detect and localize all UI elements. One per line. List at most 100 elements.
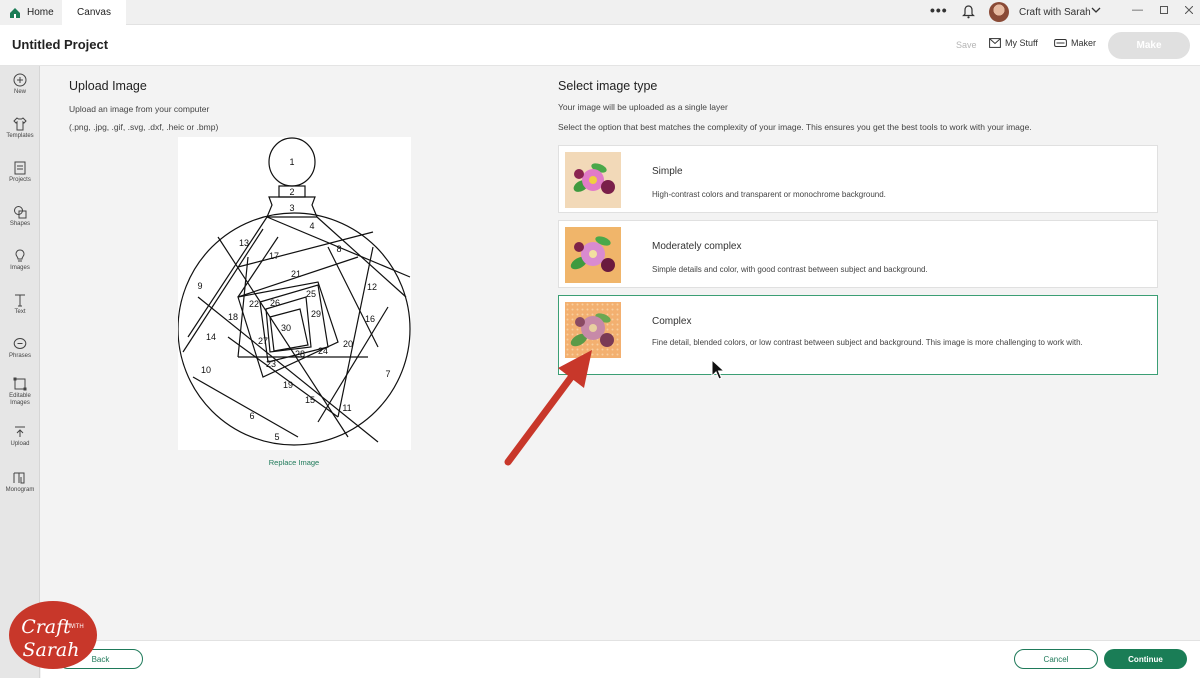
upload-heading: Upload Image — [69, 79, 147, 93]
region-number: 26 — [270, 298, 280, 308]
shirt-icon — [13, 117, 27, 131]
region-number: 13 — [239, 238, 249, 248]
sidebar-item-label: Editable Images — [9, 393, 31, 406]
avatar[interactable] — [989, 2, 1009, 22]
svg-text:Craft: Craft — [21, 616, 71, 638]
sidebar-item-editable-images[interactable]: Editable Images — [0, 377, 40, 407]
machine-icon — [1054, 39, 1067, 47]
tab-home[interactable]: Home — [0, 0, 62, 25]
sidebar: New Templates Projects Shapes Images Tex… — [0, 66, 40, 678]
sidebar-item-projects[interactable]: Projects — [0, 161, 40, 184]
option-title: Complex — [652, 316, 692, 327]
sidebar-item-label: Text — [14, 309, 26, 315]
region-number: 5 — [274, 432, 279, 442]
region-number: 12 — [367, 282, 377, 292]
plus-circle-icon — [13, 73, 27, 87]
sidebar-item-new[interactable]: New — [0, 73, 40, 96]
sidebar-item-images[interactable]: Images — [0, 249, 40, 272]
region-number: 24 — [318, 346, 328, 356]
top-tab-bar: Home Canvas ••• Craft with Sarah — — [0, 0, 1200, 25]
region-number: 25 — [306, 289, 316, 299]
region-number: 7 — [385, 369, 390, 379]
region-number: 28 — [295, 349, 305, 359]
moderate-flower-thumbnail — [565, 227, 621, 283]
complex-flower-thumbnail — [565, 302, 621, 358]
region-number: 14 — [206, 332, 216, 342]
region-number: 11 — [342, 403, 351, 413]
sidebar-item-label: Monogram — [5, 487, 35, 493]
envelope-icon — [989, 38, 1001, 48]
sidebar-item-monogram[interactable]: Monogram — [0, 471, 40, 494]
option-description: Fine detail, blended colors, or low cont… — [652, 338, 1083, 347]
sidebar-item-label: Phrases — [8, 353, 31, 359]
shapes-icon — [14, 206, 27, 219]
continue-button[interactable]: Continue — [1104, 649, 1187, 669]
sidebar-item-shapes[interactable]: Shapes — [0, 205, 40, 228]
close-icon[interactable] — [1185, 6, 1193, 14]
region-number: 6 — [249, 411, 254, 421]
region-number: 16 — [365, 314, 375, 324]
sidebar-item-label: Upload — [10, 441, 30, 447]
image-preview: 1 2 3 4 5 6 7 8 9 10 11 12 13 14 15 16 1… — [177, 137, 411, 450]
sidebar-item-text[interactable]: Text — [0, 293, 40, 316]
craft-with-sarah-watermark: Craft WITH Sarah — [9, 601, 97, 669]
region-number: 23 — [266, 359, 276, 369]
option-title: Moderately complex — [652, 241, 742, 252]
region-number: 9 — [197, 281, 202, 291]
single-layer-note: Your image will be uploaded as a single … — [558, 102, 728, 112]
region-number: 15 — [305, 395, 315, 405]
select-instructions: Select the option that best matches the … — [558, 122, 1032, 132]
replace-image-link[interactable]: Replace Image — [244, 458, 344, 467]
region-number: 1 — [289, 157, 294, 167]
sidebar-item-phrases[interactable]: Phrases — [0, 337, 40, 360]
region-number: 17 — [269, 251, 279, 261]
region-number: 19 — [283, 380, 293, 390]
tab-canvas-label: Canvas — [77, 7, 111, 18]
sidebar-item-upload[interactable]: Upload — [0, 425, 40, 448]
upload-formats: (.png, .jpg, .gif, .svg, .dxf, .heic or … — [69, 122, 219, 132]
sidebar-item-label: Projects — [9, 177, 31, 183]
my-stuff-button[interactable]: My Stuff — [989, 38, 1038, 48]
region-number: 8 — [336, 244, 341, 254]
maximize-icon[interactable] — [1160, 6, 1168, 14]
option-moderately-complex[interactable]: Moderately complex Simple details and co… — [558, 220, 1158, 288]
my-stuff-label: My Stuff — [1005, 38, 1038, 48]
make-button[interactable]: Make — [1108, 32, 1190, 59]
region-number: 3 — [289, 203, 294, 213]
lightbulb-icon — [15, 249, 25, 262]
ornament-pattern-image: 1 2 3 4 5 6 7 8 9 10 11 12 13 14 15 16 1… — [177, 137, 411, 446]
region-number: 20 — [343, 339, 353, 349]
option-description: High-contrast colors and transparent or … — [652, 190, 886, 199]
project-title[interactable]: Untitled Project — [12, 37, 108, 52]
region-number: 30 — [281, 323, 291, 333]
sidebar-item-label: New — [13, 89, 26, 95]
bell-icon[interactable] — [962, 5, 975, 19]
text-icon — [15, 294, 25, 307]
upload-icon — [15, 426, 25, 437]
sidebar-item-label: Images — [10, 265, 30, 271]
chevron-down-icon[interactable] — [1091, 5, 1101, 15]
region-number: 21 — [291, 269, 301, 279]
maker-button[interactable]: Maker — [1054, 38, 1096, 48]
speech-bubble-icon — [13, 338, 27, 349]
option-complex[interactable]: Complex Fine detail, blended colors, or … — [558, 295, 1158, 375]
more-options-icon[interactable]: ••• — [930, 2, 948, 18]
region-number: 4 — [309, 221, 314, 231]
upload-instructions: Upload an image from your computer — [69, 104, 210, 114]
maker-label: Maker — [1071, 38, 1097, 48]
projects-icon — [14, 161, 26, 175]
region-number: 22 — [249, 299, 259, 309]
tab-canvas[interactable]: Canvas — [62, 0, 126, 25]
save-button[interactable]: Save — [956, 40, 977, 50]
tab-home-label: Home — [27, 7, 54, 18]
minimize-icon[interactable]: — — [1132, 4, 1143, 16]
region-number: 27 — [258, 336, 268, 346]
project-header: Untitled Project Save My Stuff Maker Mak… — [0, 25, 1200, 66]
region-number: 18 — [228, 312, 238, 322]
cancel-button[interactable]: Cancel — [1014, 649, 1098, 669]
option-simple[interactable]: Simple High-contrast colors and transpar… — [558, 145, 1158, 213]
option-title: Simple — [652, 166, 683, 177]
select-type-heading: Select image type — [558, 79, 658, 93]
user-name[interactable]: Craft with Sarah — [1019, 7, 1091, 18]
sidebar-item-templates[interactable]: Templates — [0, 117, 40, 140]
